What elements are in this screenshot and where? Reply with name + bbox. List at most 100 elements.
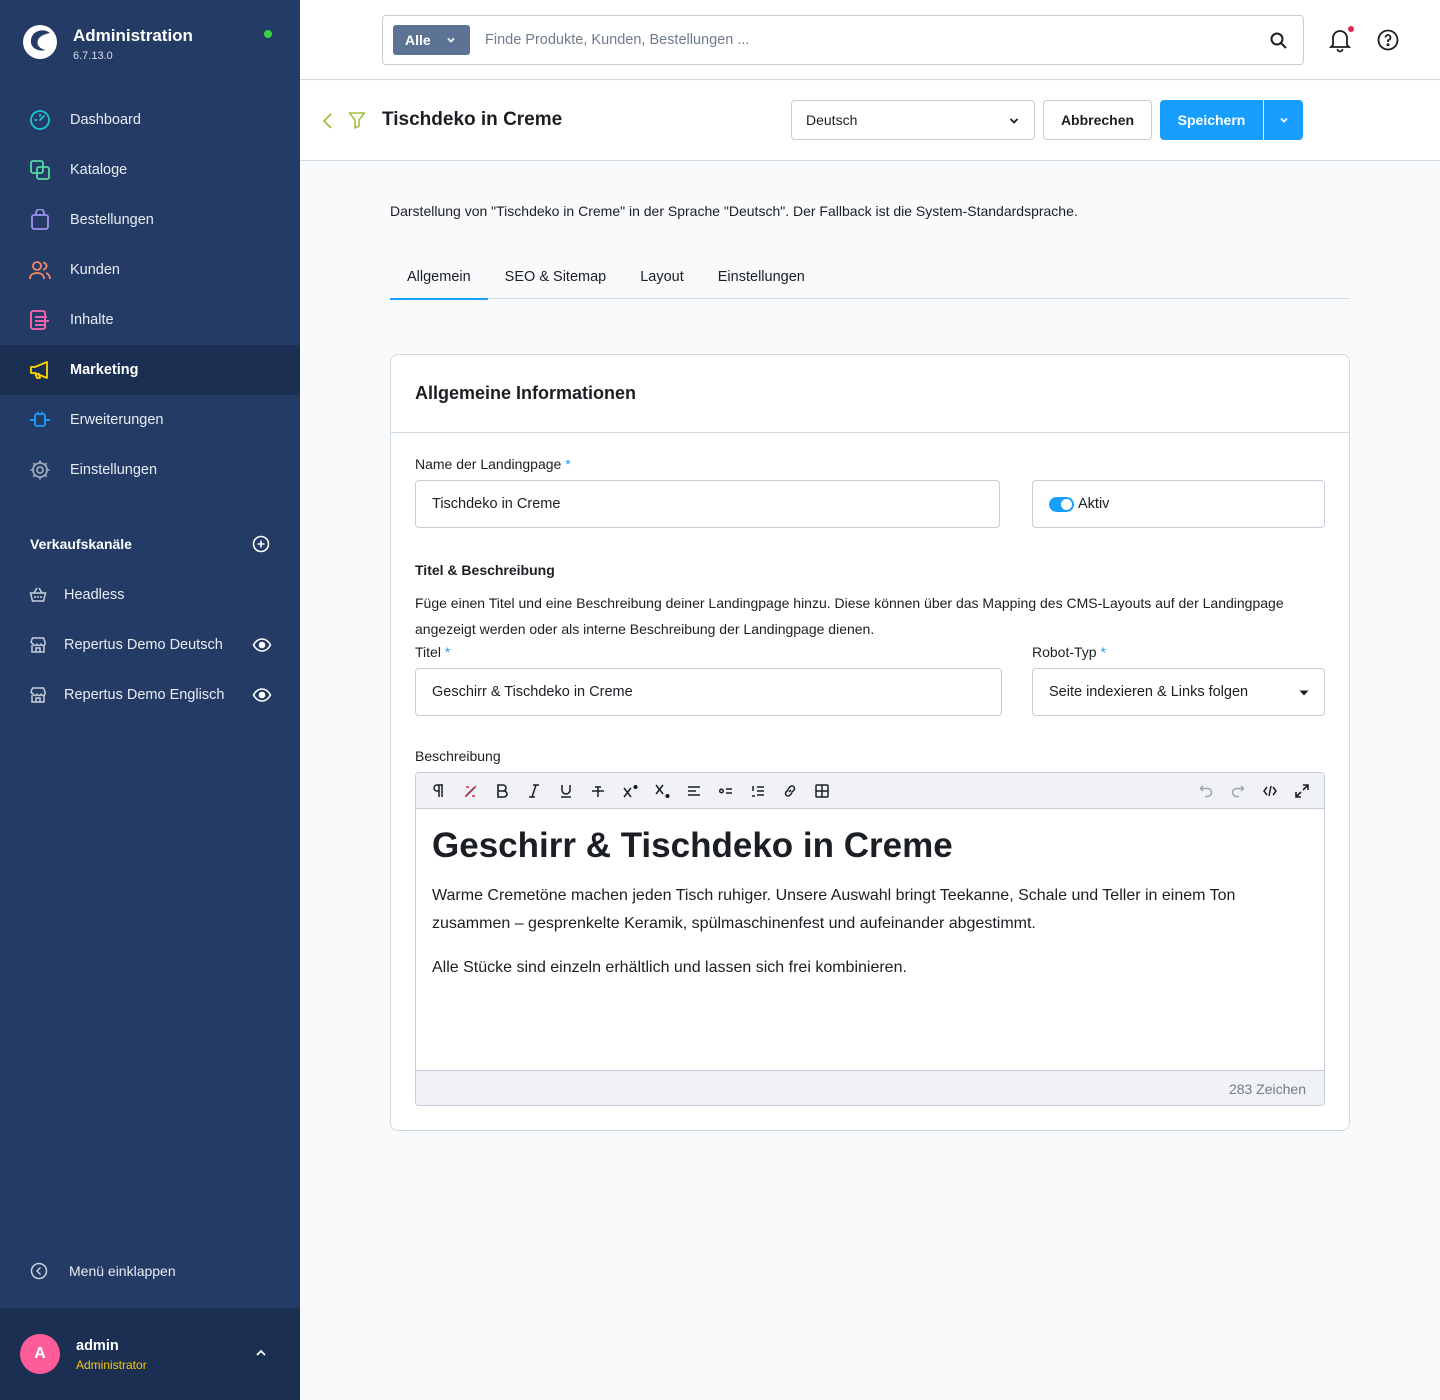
nav-label: Dashboard xyxy=(70,112,141,128)
underline-icon[interactable] xyxy=(558,783,574,799)
link-icon[interactable] xyxy=(782,783,798,799)
general-info-card: Allgemeine Informationen Name der Landin… xyxy=(390,354,1350,1131)
sales-channel-repertus-de[interactable]: Repertus Demo Deutsch xyxy=(0,620,300,670)
shopping-bag-icon xyxy=(29,209,51,231)
nav-label: Einstellungen xyxy=(70,462,158,478)
robot-field-label: Robot-Typ * xyxy=(1032,644,1106,660)
content-icon xyxy=(29,309,51,331)
chevron-up-icon[interactable] xyxy=(254,1348,268,1358)
help-icon[interactable] xyxy=(1376,28,1400,52)
nav-item-marketing[interactable]: Marketing xyxy=(0,345,300,395)
storefront-icon xyxy=(30,687,46,703)
nav-item-bestellungen[interactable]: Bestellungen xyxy=(0,195,300,245)
required-marker: * xyxy=(1100,644,1106,660)
collapse-menu-button[interactable]: Menü einklappen xyxy=(30,1262,176,1280)
title-input[interactable]: Geschirr & Tischdeko in Creme xyxy=(415,668,1002,716)
tab-layout[interactable]: Layout xyxy=(623,260,701,299)
tab-einstellungen[interactable]: Einstellungen xyxy=(701,260,822,299)
unordered-list-icon[interactable] xyxy=(718,783,734,799)
active-toggle-field[interactable]: Aktiv xyxy=(1032,480,1325,528)
name-field-label: Name der Landingpage * xyxy=(415,456,571,472)
chevron-down-icon xyxy=(1279,117,1288,123)
ordered-list-icon[interactable] xyxy=(750,783,766,799)
expand-icon[interactable] xyxy=(1294,783,1310,799)
nav-label: Inhalte xyxy=(70,312,114,328)
chevron-left-circle-icon xyxy=(30,1262,48,1280)
robot-label-text: Robot-Typ xyxy=(1032,644,1097,660)
save-options-button[interactable] xyxy=(1264,100,1303,140)
sales-channels-title: Verkaufskanäle xyxy=(30,536,132,552)
robot-type-select[interactable]: Seite indexieren & Links folgen xyxy=(1032,668,1325,716)
nav-item-erweiterungen[interactable]: Erweiterungen xyxy=(0,395,300,445)
strikethrough-icon[interactable] xyxy=(590,783,606,799)
editor-content[interactable]: Geschirr & Tischdeko in Creme Warme Crem… xyxy=(416,809,1324,1070)
brand[interactable]: Administration 6.7.13.0 xyxy=(20,22,193,62)
nav-item-einstellungen[interactable]: Einstellungen xyxy=(0,445,300,495)
basket-icon xyxy=(29,587,47,602)
filter-icon xyxy=(348,112,366,129)
language-switch[interactable]: Deutsch xyxy=(791,100,1035,140)
italic-icon[interactable] xyxy=(526,783,542,799)
editor-paragraph: Alle Stücke sind einzeln erhältlich und … xyxy=(432,959,907,976)
active-switch[interactable] xyxy=(1049,496,1074,512)
editor-heading: Geschirr & Tischdeko in Creme xyxy=(432,826,953,865)
text-editor: Geschirr & Tischdeko in Creme Warme Crem… xyxy=(415,772,1325,1106)
section-title: Titel & Beschreibung xyxy=(415,562,555,578)
nav-item-kataloge[interactable]: Kataloge xyxy=(0,145,300,195)
tab-allgemein[interactable]: Allgemein xyxy=(390,260,488,300)
language-value: Deutsch xyxy=(806,112,858,128)
avatar: A xyxy=(20,1334,60,1374)
sales-channel-list: Headless Repertus Demo Deutsch Repertus … xyxy=(0,570,300,720)
sales-channel-repertus-en[interactable]: Repertus Demo Englisch xyxy=(0,670,300,720)
global-search[interactable]: Alle Finde Produkte, Kunden, Bestellunge… xyxy=(382,15,1304,65)
code-view-icon[interactable] xyxy=(1262,783,1278,799)
nav-item-dashboard[interactable]: Dashboard xyxy=(0,95,300,145)
megaphone-icon xyxy=(29,359,51,381)
sales-channel-label: Headless xyxy=(64,587,125,603)
search-type-label: Alle xyxy=(405,32,431,48)
chevron-down-icon xyxy=(1299,690,1309,696)
search-type-dropdown[interactable]: Alle xyxy=(393,25,470,55)
chevron-down-icon xyxy=(1009,118,1019,124)
nav-item-inhalte[interactable]: Inhalte xyxy=(0,295,300,345)
sales-channel-headless[interactable]: Headless xyxy=(0,570,300,620)
subscript-icon[interactable] xyxy=(654,783,670,799)
nav-label: Marketing xyxy=(70,362,139,378)
nav-label: Erweiterungen xyxy=(70,412,164,428)
user-name: admin xyxy=(76,1338,119,1354)
user-role: Administrator xyxy=(76,1358,147,1372)
redo-icon[interactable] xyxy=(1230,783,1246,799)
superscript-icon[interactable] xyxy=(622,783,638,799)
undo-icon[interactable] xyxy=(1198,783,1214,799)
name-label-text: Name der Landingpage xyxy=(415,456,562,472)
nav-label: Kunden xyxy=(70,262,120,278)
nav-item-kunden[interactable]: Kunden xyxy=(0,245,300,295)
add-circle-icon[interactable] xyxy=(252,535,270,553)
align-left-icon[interactable] xyxy=(686,783,702,799)
sales-channel-label: Repertus Demo Deutsch xyxy=(64,637,223,653)
collapse-menu-label: Menü einklappen xyxy=(69,1263,176,1279)
editor-toolbar xyxy=(416,773,1324,809)
catalog-icon xyxy=(29,159,51,181)
eye-icon[interactable] xyxy=(252,636,272,654)
landingpage-name-input[interactable]: Tischdeko in Creme xyxy=(415,480,1000,528)
user-menu[interactable]: A admin Administrator xyxy=(0,1308,300,1400)
paragraph-icon[interactable] xyxy=(430,783,446,799)
required-marker: * xyxy=(565,456,571,472)
save-button[interactable]: Speichern xyxy=(1160,100,1263,140)
chevron-left-icon[interactable] xyxy=(322,112,334,130)
tab-bar: Allgemein SEO & Sitemap Layout Einstellu… xyxy=(390,260,1350,300)
search-input[interactable]: Finde Produkte, Kunden, Bestellungen ... xyxy=(485,32,749,48)
editor-paragraph: Warme Cremetöne machen jeden Tisch ruhig… xyxy=(432,887,1236,932)
plug-icon xyxy=(29,409,51,431)
eye-icon[interactable] xyxy=(252,686,272,704)
cancel-button[interactable]: Abbrechen xyxy=(1043,100,1152,140)
bold-icon[interactable] xyxy=(494,783,510,799)
text-color-icon[interactable] xyxy=(462,783,478,799)
card-title: Allgemeine Informationen xyxy=(391,355,1349,433)
search-icon[interactable] xyxy=(1269,31,1289,51)
nav-label: Bestellungen xyxy=(70,212,154,228)
tab-seo-sitemap[interactable]: SEO & Sitemap xyxy=(488,260,624,299)
gear-icon xyxy=(29,459,51,481)
table-icon[interactable] xyxy=(814,783,830,799)
